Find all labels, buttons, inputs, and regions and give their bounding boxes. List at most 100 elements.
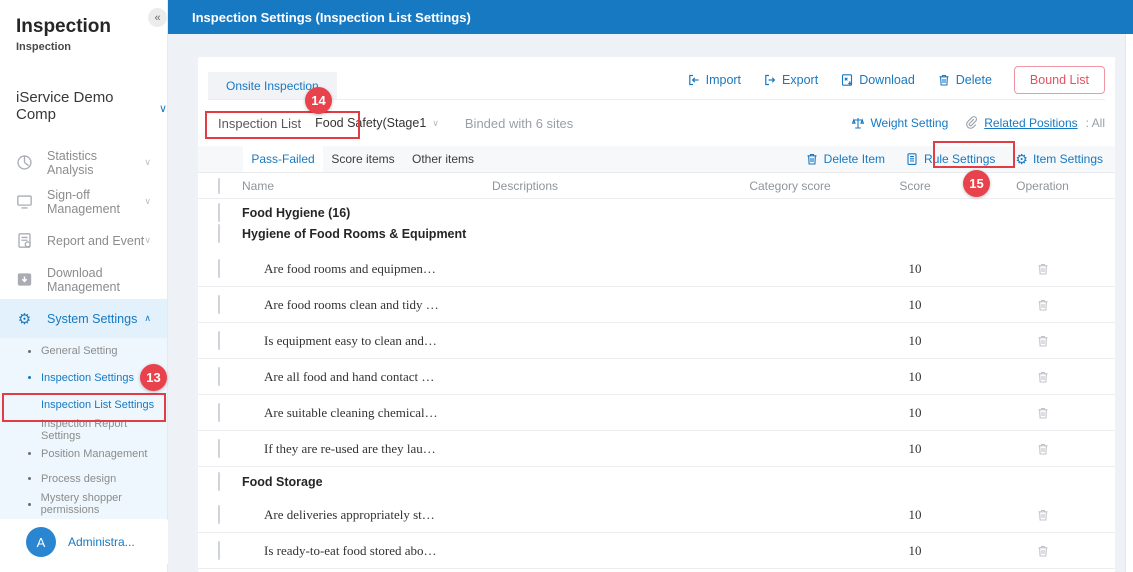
row-checkbox[interactable] [218, 403, 220, 422]
delete-item-button[interactable]: Delete Item [805, 152, 885, 166]
tab-pass-failed[interactable]: Pass-Failed [243, 146, 323, 172]
row-checkbox[interactable] [218, 439, 220, 458]
row-checkbox[interactable] [218, 367, 220, 386]
related-positions-link[interactable]: Related Positions [984, 116, 1077, 130]
collapse-icon: « [154, 12, 160, 24]
score-value: 10 [860, 543, 970, 559]
download-file-icon [840, 73, 854, 87]
row-checkbox[interactable] [218, 295, 220, 314]
sidebar-collapse-button[interactable]: « [148, 8, 167, 27]
sidebar-item-inspection-report-settings[interactable]: Inspection Report Settings [0, 419, 167, 441]
tab-other-items[interactable]: Other items [403, 146, 483, 172]
rule-document-icon [905, 152, 919, 166]
annotation-rect-rule-settings [933, 141, 1015, 168]
top-toolbar-row: Onsite Inspection Import Export Download [208, 57, 1105, 100]
row-checkbox[interactable] [218, 224, 220, 243]
tab-label: Score items [331, 152, 394, 166]
download-square-icon [16, 271, 33, 288]
avatar[interactable]: A [26, 527, 56, 557]
export-button[interactable]: Export [763, 73, 818, 87]
annotation-badge-14: 14 [305, 87, 332, 114]
chevron-down-icon: ∨ [432, 118, 439, 129]
page-scrollbar[interactable] [1125, 34, 1133, 572]
row-checkbox[interactable] [218, 203, 220, 222]
trash-icon[interactable] [1036, 544, 1050, 558]
table-row: Are food rooms and equipmen… 10 [198, 251, 1115, 287]
bullet-icon [28, 477, 31, 480]
item-name: Are food rooms clean and tidy … [242, 297, 720, 313]
import-button[interactable]: Import [687, 73, 741, 87]
sidebar-item-signoff-management[interactable]: Sign-off Management ∨ [0, 182, 167, 221]
tab-score-items[interactable]: Score items [323, 146, 403, 172]
trash-icon[interactable] [1036, 406, 1050, 420]
app-subtitle: Inspection [0, 38, 167, 53]
row-checkbox[interactable] [218, 259, 220, 278]
trash-icon[interactable] [1036, 370, 1050, 384]
sidebar-item-general-setting[interactable]: General Setting [0, 338, 167, 364]
system-settings-submenu: General Setting Inspection Settings Insp… [0, 338, 167, 519]
sidebar-item-mystery-shopper-permissions[interactable]: Mystery shopper permissions [0, 491, 167, 517]
score-value: 10 [860, 507, 970, 523]
pie-chart-icon [16, 154, 33, 171]
row-checkbox[interactable] [218, 472, 220, 491]
annotation-rect-inspection-list-settings [2, 393, 166, 422]
scale-icon [851, 116, 865, 130]
sidebar-item-report-and-event[interactable]: Report and Event ∨ [0, 221, 167, 260]
gear-icon: ⚙ [1015, 151, 1028, 168]
sidebar-item-label: Sign-off Management [47, 188, 144, 216]
report-icon [16, 232, 33, 249]
sidebar-item-process-design[interactable]: Process design [0, 466, 167, 491]
trash-icon[interactable] [1036, 442, 1050, 456]
main-area: Inspection Settings (Inspection List Set… [168, 0, 1133, 572]
item-name: Is ready-to-eat food stored abo… [242, 543, 720, 559]
col-header-operation: Operation [970, 179, 1115, 193]
table-row: Are food rooms clean and tidy … 10 [198, 287, 1115, 323]
item-name: Are all food and hand contact … [242, 369, 720, 385]
sub-item-label: General Setting [41, 345, 117, 357]
page-header: Inspection Settings (Inspection List Set… [168, 0, 1133, 34]
group-name: Food Storage [242, 475, 1115, 489]
row-checkbox[interactable] [218, 505, 220, 524]
sidebar-item-download-management[interactable]: Download Management [0, 260, 167, 299]
company-name: iService Demo Comp [16, 89, 153, 123]
trash-icon[interactable] [1036, 262, 1050, 276]
item-settings-button[interactable]: ⚙ Item Settings [1015, 151, 1103, 168]
bullet-icon [28, 350, 31, 353]
user-row[interactable]: A Administra... [0, 520, 168, 564]
import-label: Import [706, 73, 741, 87]
annotation-rect-inspection-list-dropdown [205, 111, 360, 139]
sidebar-item-system-settings[interactable]: ⚙ System Settings ∧ [0, 299, 167, 338]
trash-icon[interactable] [1036, 334, 1050, 348]
company-selector[interactable]: iService Demo Comp ∨ [0, 53, 167, 123]
table-row-group: Food Storage [198, 467, 1115, 497]
item-settings-label: Item Settings [1033, 152, 1103, 166]
score-value: 10 [860, 333, 970, 349]
item-name: If they are re-used are they lau… [242, 441, 720, 457]
table-row: If they are re-used are they lau… 10 [198, 431, 1115, 467]
score-value: 10 [860, 369, 970, 385]
trash-icon[interactable] [1036, 508, 1050, 522]
sidebar-item-position-management[interactable]: Position Management [0, 441, 167, 466]
row-checkbox[interactable] [218, 541, 220, 560]
bound-list-button[interactable]: Bound List [1014, 66, 1105, 94]
paperclip-icon [964, 115, 978, 132]
chevron-down-icon: ∨ [144, 235, 151, 246]
sidebar-item-label: Download Management [47, 266, 151, 294]
user-name[interactable]: Administra... [68, 535, 135, 549]
select-all-checkbox[interactable] [218, 178, 220, 194]
score-value: 10 [860, 405, 970, 421]
sidebar-item-statistics-analysis[interactable]: Statistics Analysis ∨ [0, 143, 167, 182]
sidebar: Inspection Inspection iService Demo Comp… [0, 0, 168, 572]
item-name: Is equipment easy to clean and… [242, 333, 720, 349]
table-row-group: Hygiene of Food Rooms & Equipment [198, 223, 1115, 245]
table-row-group: Food Hygiene (16) [198, 199, 1115, 223]
group-name: Food Hygiene (16) [242, 206, 1115, 220]
delete-button[interactable]: Delete [937, 73, 992, 87]
trash-icon[interactable] [1036, 298, 1050, 312]
table-row: Is equipment easy to clean and… 10 [198, 323, 1115, 359]
download-button[interactable]: Download [840, 73, 915, 87]
weight-setting-button[interactable]: Weight Setting [851, 116, 948, 130]
bullet-icon [28, 452, 31, 455]
row-checkbox[interactable] [218, 331, 220, 350]
chevron-down-icon: ∨ [144, 196, 151, 207]
